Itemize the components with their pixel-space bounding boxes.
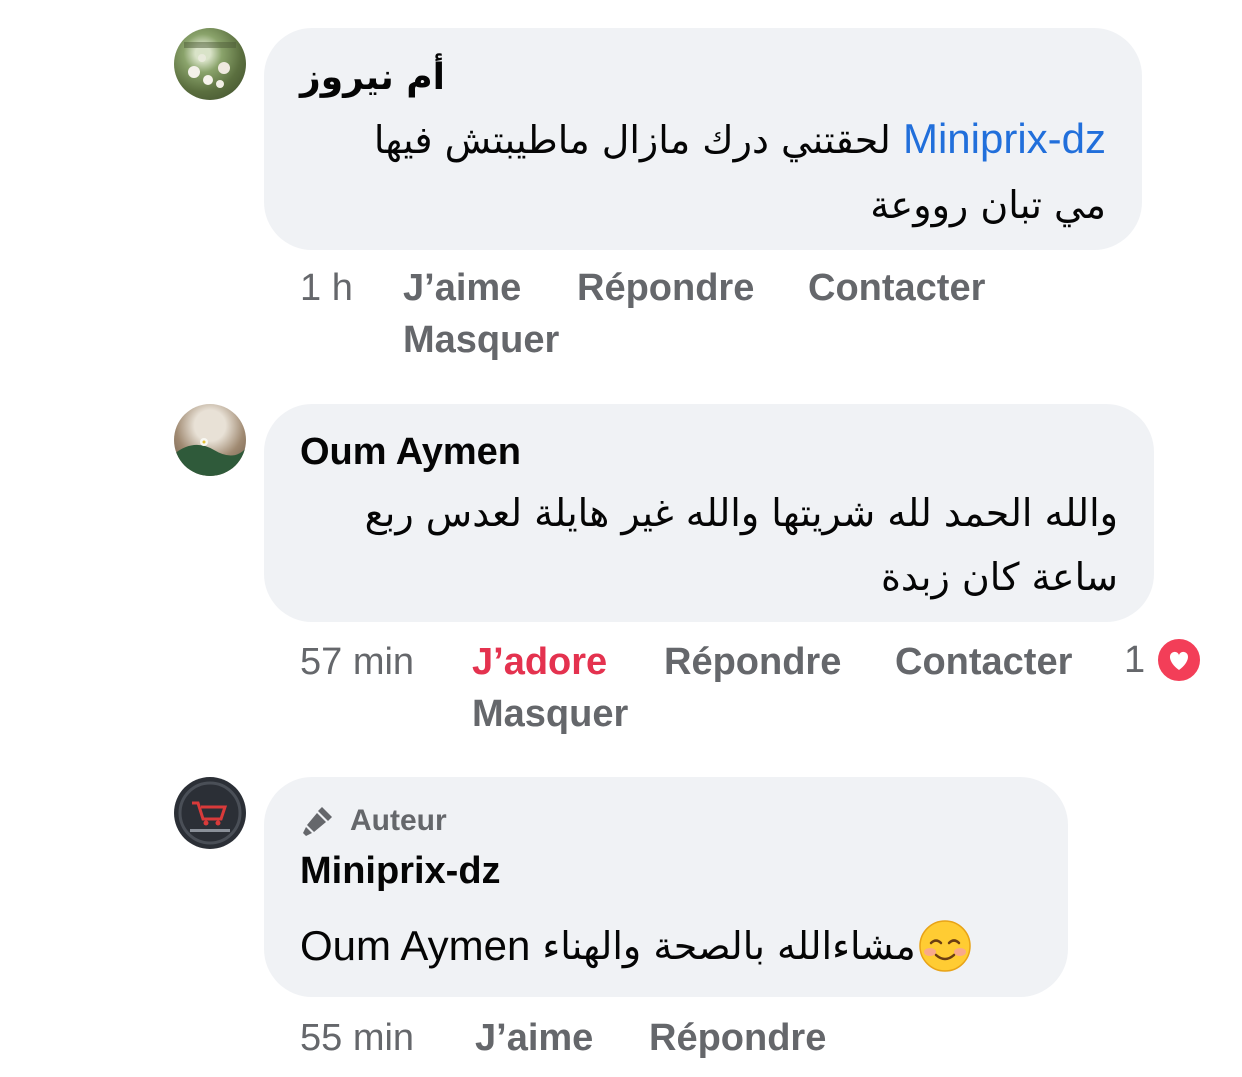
comment-time[interactable]: 1 h (300, 266, 353, 310)
reply-button[interactable]: Répondre (664, 640, 841, 684)
mention-link[interactable]: Oum Aymen (300, 915, 530, 977)
comment-text: Miniprix-dz لحقتني درك مازال ماطيبتش فيه… (374, 108, 1106, 171)
reply-button[interactable]: Répondre (649, 1016, 826, 1060)
heart-icon (1155, 636, 1204, 684)
love-button[interactable]: J’adore (472, 640, 607, 684)
comment-text-line2: مي تبان رووعة (870, 183, 1106, 227)
like-button[interactable]: J’aime (475, 1016, 593, 1060)
comment-bubble: أم نيروز Miniprix-dz لحقتني درك مازال ما… (264, 28, 1142, 250)
contact-button[interactable]: Contacter (895, 640, 1072, 684)
comment-text: Oum Aymen مشاءالله بالصحة والهناء (300, 915, 972, 977)
reaction-count: 1 (1124, 638, 1146, 681)
comment-author[interactable]: Miniprix-dz (300, 851, 501, 891)
avatar[interactable] (174, 404, 246, 476)
contact-button[interactable]: Contacter (808, 266, 985, 310)
avatar[interactable] (174, 28, 246, 100)
comment-text-body: مشاءالله بالصحة والهناء (542, 924, 916, 968)
like-button[interactable]: J’aime (403, 266, 521, 310)
mention-link[interactable]: Miniprix-dz (903, 115, 1106, 162)
reply-button[interactable]: Répondre (577, 266, 754, 310)
avatar-image (184, 42, 236, 88)
comment-text-line1: لحقتني درك مازال ماطيبتش فيها (373, 118, 903, 162)
smiling-face-icon (918, 919, 972, 973)
avatar[interactable] (174, 777, 246, 849)
microphone-icon (303, 807, 332, 836)
comment-bubble: Oum Aymen والله الحمد لله شريتها والله غ… (264, 404, 1154, 622)
comment-time[interactable]: 57 min (300, 640, 414, 684)
comment-text-line1: والله الحمد لله شريتها والله غير هايلة ل… (364, 491, 1118, 535)
comment-author[interactable]: Oum Aymen (300, 432, 521, 472)
hide-button[interactable]: Masquer (472, 692, 628, 736)
author-badge: Auteur (300, 803, 447, 839)
comment-author[interactable]: أم نيروز (300, 58, 445, 98)
hide-button[interactable]: Masquer (403, 318, 559, 362)
comment-text-line2: ساعة كان زبدة (881, 555, 1118, 599)
reaction-summary[interactable]: 1 (1124, 636, 1204, 684)
comment-bubble: Auteur Miniprix-dz Oum Aymen مشاءالله با… (264, 777, 1068, 997)
avatar-image (174, 438, 246, 476)
store-logo-icon (178, 781, 242, 845)
comment-time[interactable]: 55 min (300, 1016, 414, 1060)
author-badge-label: Auteur (350, 804, 447, 837)
